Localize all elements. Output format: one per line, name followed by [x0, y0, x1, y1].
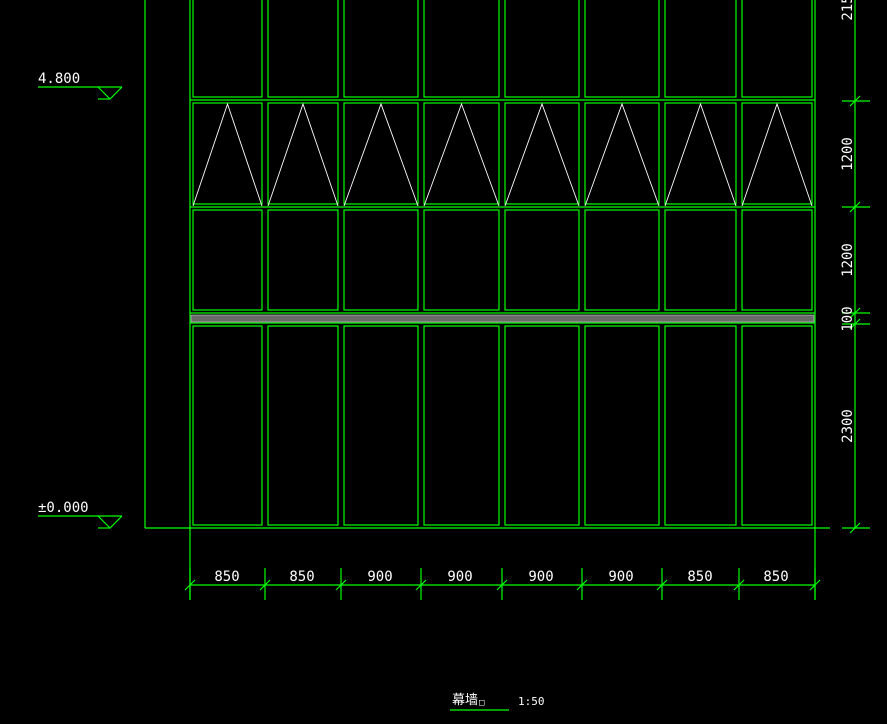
- height-dimension-labels: 215 1200 1200 100 2300: [840, 0, 856, 443]
- vent-opening-triangle: [504, 102, 580, 207]
- elevation-label: 4.800: [38, 71, 80, 87]
- vent-opening-triangle: [741, 102, 813, 207]
- elevation-mark-upper: 4.800: [38, 71, 123, 100]
- glass-panel: [664, 0, 737, 98]
- glass-panel: [664, 102, 737, 205]
- glass-panel: [504, 209, 580, 311]
- glass-panel: [267, 0, 339, 98]
- bay-width-label: 850: [687, 569, 712, 585]
- glass-panel: [584, 0, 660, 98]
- curtain-wall-elevation-drawing: 850 850 900 900 900 900 850 850 215 1200…: [38, 0, 870, 711]
- glass-panels: [192, 0, 813, 526]
- vent-opening-triangle: [584, 102, 660, 207]
- glass-panel: [741, 0, 813, 98]
- drawing-caption: 幕墙 □ 1:50: [450, 693, 545, 711]
- glass-panel: [423, 102, 500, 205]
- glass-panel: [741, 209, 813, 311]
- glass-panel: [267, 102, 339, 205]
- glass-panel: [343, 325, 419, 526]
- bay-width-label: 900: [367, 569, 392, 585]
- vent-opening-triangle: [267, 102, 339, 207]
- glass-panel: [343, 0, 419, 98]
- elevation-mark-ground: ±0.000: [38, 500, 123, 529]
- vent-panel-triangles: [192, 102, 813, 207]
- bay-width-label: 850: [763, 569, 788, 585]
- bay-width-label: 900: [608, 569, 633, 585]
- bay-width-label: 850: [289, 569, 314, 585]
- vent-opening-triangle: [664, 102, 737, 207]
- glass-panel: [192, 209, 263, 311]
- glass-panel: [664, 325, 737, 526]
- glass-panel: [584, 102, 660, 205]
- glass-panel: [664, 209, 737, 311]
- glass-panel: [741, 102, 813, 205]
- glass-panel: [267, 325, 339, 526]
- bay-width-label: 850: [214, 569, 239, 585]
- caption-title: 幕墙: [452, 693, 478, 708]
- elevation-label: ±0.000: [38, 500, 89, 516]
- row-height-label: 100: [840, 306, 856, 331]
- glass-panel: [343, 209, 419, 311]
- glass-panel: [423, 325, 500, 526]
- vent-opening-triangle: [343, 102, 419, 207]
- vent-opening-triangle: [423, 102, 500, 207]
- row-height-label: 1200: [840, 137, 856, 171]
- glass-panel: [504, 325, 580, 526]
- glass-panel: [584, 209, 660, 311]
- bay-width-label: 900: [528, 569, 553, 585]
- glass-panel: [343, 102, 419, 205]
- vent-opening-triangle: [192, 102, 263, 207]
- caption-scale: 1:50: [518, 695, 545, 708]
- wall-outline: [144, 0, 830, 600]
- glass-panel: [192, 0, 263, 98]
- glass-panel: [504, 102, 580, 205]
- glass-panel: [267, 209, 339, 311]
- floor-slab-band: [190, 314, 815, 323]
- glass-panel: [584, 325, 660, 526]
- glass-panel: [423, 209, 500, 311]
- row-height-label: 2300: [840, 409, 856, 443]
- glass-panel: [423, 0, 500, 98]
- bay-width-label: 900: [447, 569, 472, 585]
- glass-panel: [192, 102, 263, 205]
- caption-suffix: □: [479, 698, 485, 708]
- row-height-label: 1200: [840, 243, 856, 277]
- glass-panel: [192, 325, 263, 526]
- glass-panel: [504, 0, 580, 98]
- bay-dimension-ticks: [184, 568, 821, 600]
- glass-panel: [741, 325, 813, 526]
- row-height-label: 215: [840, 0, 856, 21]
